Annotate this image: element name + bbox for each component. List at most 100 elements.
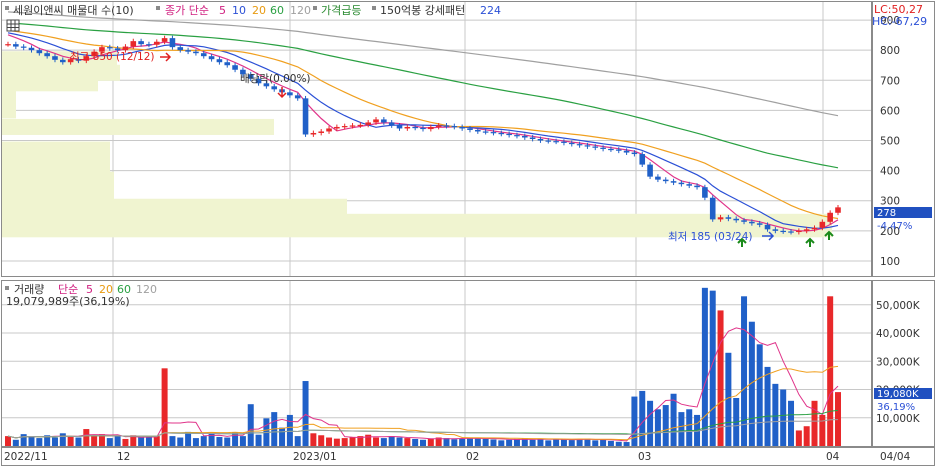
high-annotation: 최고 850 (12/12): [70, 51, 155, 63]
price-candle: [114, 48, 121, 51]
volume-bar: [286, 414, 293, 446]
hc-label: HC:-67,29: [872, 15, 927, 28]
price-candle: [623, 150, 630, 153]
volume-bar: [161, 368, 168, 446]
volume-bar: [623, 442, 630, 446]
price-candle: [404, 126, 411, 129]
volume-bar: [51, 437, 58, 446]
volume-profile-bar: [2, 198, 347, 215]
price-candle: [20, 46, 27, 48]
volume-bar: [459, 438, 466, 446]
price-candle: [521, 135, 528, 138]
volume-bar: [615, 441, 622, 446]
volume-bar: [803, 426, 810, 446]
price-legend-title: 세원이앤씨 매물대 수(10): [13, 4, 134, 17]
volume-bar: [741, 296, 748, 446]
price-candle: [475, 129, 481, 132]
price-candle: [811, 227, 818, 230]
volume-bar: [404, 438, 411, 446]
volume-bar: [294, 436, 301, 446]
price-candle: [467, 128, 473, 130]
price-legend-ma-60: 60: [270, 4, 284, 17]
volume-bar: [443, 438, 450, 446]
volume-bar: [482, 438, 489, 446]
price-candle: [451, 126, 458, 128]
volume-bar: [145, 436, 152, 446]
price-candle: [686, 184, 693, 186]
price-candle: [647, 164, 653, 177]
price-candle: [428, 126, 434, 130]
volume-bar: [568, 440, 575, 446]
legend-square-icon: [5, 286, 9, 290]
price-candle: [208, 56, 215, 60]
price-legend-ma-20: 20: [252, 4, 266, 17]
price-candle: [373, 119, 379, 123]
price-candle: [412, 126, 418, 129]
volume-bar: [772, 383, 779, 446]
price-candle: [177, 47, 184, 51]
volume-bar: [639, 390, 646, 446]
volume-bar: [153, 436, 160, 446]
price-tick-label: 100: [880, 256, 900, 268]
volume-bar: [59, 433, 66, 446]
price-candle: [310, 132, 317, 135]
volume-bar: [560, 439, 567, 446]
x-label-right: 04/04: [880, 451, 911, 463]
volume-bar: [169, 436, 176, 446]
price-candle: [702, 187, 708, 198]
price-candle: [756, 223, 763, 225]
volume-bar: [654, 409, 661, 446]
volume-bar: [545, 440, 552, 446]
volume-bar: [380, 438, 387, 446]
volume-bar: [827, 296, 834, 446]
price-candle: [529, 137, 536, 139]
volume-bar: [36, 438, 43, 446]
price-candle: [780, 230, 786, 233]
price-candle: [5, 44, 11, 46]
price-candle: [106, 47, 113, 49]
volume-bar: [239, 436, 246, 446]
volume-tick-label: 40,000K: [876, 328, 921, 340]
volume-bar: [717, 310, 724, 446]
volume-bar: [686, 409, 693, 446]
legend-square-icon: [156, 6, 160, 10]
volume-bar: [5, 436, 11, 446]
volume-profile-bar: [2, 183, 114, 200]
price-candle: [146, 44, 152, 46]
table-view-icon[interactable]: [6, 19, 20, 32]
price-candle: [694, 185, 700, 188]
price-tick-label: 300: [880, 196, 900, 208]
price-candle: [568, 142, 575, 145]
volume-bar: [600, 439, 607, 446]
price-candle: [349, 125, 356, 127]
volume-bar: [224, 437, 231, 446]
price-candle: [122, 46, 129, 51]
price-legend-ma-prefix: 종가 단순: [165, 4, 209, 17]
volume-bar: [412, 438, 419, 446]
volume-bar: [529, 439, 536, 446]
volume-bar: [811, 400, 818, 446]
legend-square-icon: [5, 6, 9, 10]
price-candle: [13, 44, 19, 47]
volume-bar: [12, 439, 19, 446]
price-candle: [576, 144, 583, 146]
current-price-tag: 278: [877, 208, 896, 219]
price-candle: [130, 41, 137, 47]
volume-info: 19,079,989주(36,19%): [6, 295, 130, 308]
volume-profile-bar: [2, 102, 16, 119]
price-candle: [803, 229, 810, 231]
price-tick-label: 600: [880, 105, 900, 117]
volume-bar: [106, 438, 113, 446]
volume-bar: [647, 400, 654, 446]
price-candle: [365, 122, 371, 125]
price-candle: [420, 127, 426, 130]
volume-profile-bar: [2, 141, 110, 158]
volume-bar: [388, 436, 395, 446]
price-legend-ma-10: 10: [232, 4, 246, 17]
volume-bar: [537, 438, 544, 446]
volume-bar: [67, 436, 74, 446]
volume-profile-bar: [2, 156, 110, 173]
price-candle: [655, 176, 661, 180]
price-candle: [514, 135, 520, 137]
volume-bar: [592, 440, 599, 446]
